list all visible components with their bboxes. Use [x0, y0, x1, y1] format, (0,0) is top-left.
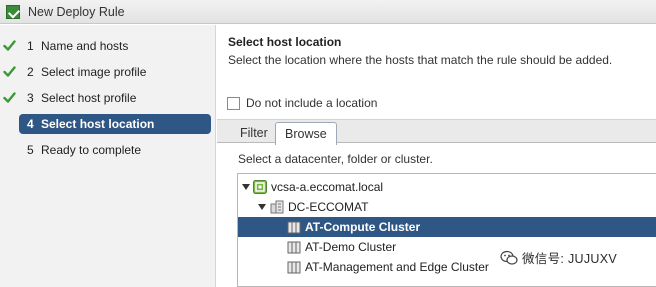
- tree-node-label: AT-Demo Cluster: [305, 240, 397, 254]
- page-title: Select host location: [228, 35, 342, 49]
- step-number: 2: [27, 65, 34, 79]
- step-select-host-profile[interactable]: 3 Select host profile: [0, 88, 216, 108]
- tree-node-datacenter[interactable]: DC-ECCOMAT: [238, 197, 656, 217]
- step-label: Select host profile: [41, 91, 137, 105]
- inventory-tree: vcsa-a.eccomat.local DC-ECCOMAT AT-Compu…: [237, 173, 656, 287]
- cluster-icon: [287, 260, 301, 274]
- tree-node-label: AT-Management and Edge Cluster: [305, 260, 489, 274]
- no-location-checkbox[interactable]: [227, 96, 240, 110]
- step-label: Name and hosts: [41, 39, 129, 53]
- checkmark-icon: [3, 39, 16, 52]
- tab-filter[interactable]: Filter: [231, 122, 277, 144]
- checkmark-icon: [3, 91, 16, 104]
- title-bar: New Deploy Rule: [0, 0, 656, 24]
- no-location-option[interactable]: Do not include a location: [227, 96, 377, 110]
- tab-bar: Filter Browse: [217, 119, 656, 145]
- watermark-text: 微信号: JUJUXV: [522, 252, 617, 266]
- step-label: Ready to complete: [41, 143, 142, 157]
- expand-arrow-icon[interactable]: [258, 204, 266, 210]
- tree-node-label: AT-Compute Cluster: [305, 220, 421, 234]
- step-number: 5: [27, 143, 34, 157]
- checkmark-icon: [3, 65, 16, 78]
- deploy-rule-icon: [6, 4, 20, 19]
- step-number: 1: [27, 39, 34, 53]
- cluster-icon: [287, 240, 301, 254]
- step-name-and-hosts[interactable]: 1 Name and hosts: [0, 36, 216, 56]
- step-select-image-profile[interactable]: 2 Select image profile: [0, 62, 216, 82]
- tree-node-cluster-compute[interactable]: AT-Compute Cluster: [238, 217, 656, 237]
- window-title: New Deploy Rule: [28, 4, 125, 19]
- vcenter-icon: [253, 180, 267, 194]
- browse-hint: Select a datacenter, folder or cluster.: [238, 152, 433, 166]
- tab-browse[interactable]: Browse: [275, 122, 337, 145]
- step-ready-to-complete[interactable]: 5 Ready to complete: [0, 140, 216, 160]
- tree-node-label: vcsa-a.eccomat.local: [271, 180, 384, 194]
- wechat-icon: [500, 250, 518, 266]
- step-number: 4: [27, 117, 34, 131]
- step-label: Select image profile: [41, 65, 147, 79]
- expand-arrow-icon[interactable]: [242, 184, 250, 190]
- cluster-icon: [287, 220, 301, 234]
- datacenter-icon: [270, 200, 284, 214]
- step-number: 3: [27, 91, 34, 105]
- step-label: Select host location: [41, 117, 155, 131]
- wizard-steps: 1 Name and hosts 2 Select image profile …: [0, 25, 216, 287]
- no-location-label: Do not include a location: [246, 96, 378, 110]
- tree-node-vcenter[interactable]: vcsa-a.eccomat.local: [238, 177, 656, 197]
- tree-node-label: DC-ECCOMAT: [288, 200, 369, 214]
- page-description: Select the location where the hosts that…: [228, 53, 613, 67]
- watermark: 微信号: JUJUXV: [500, 248, 617, 267]
- step-select-host-location[interactable]: 4 Select host location: [19, 114, 211, 134]
